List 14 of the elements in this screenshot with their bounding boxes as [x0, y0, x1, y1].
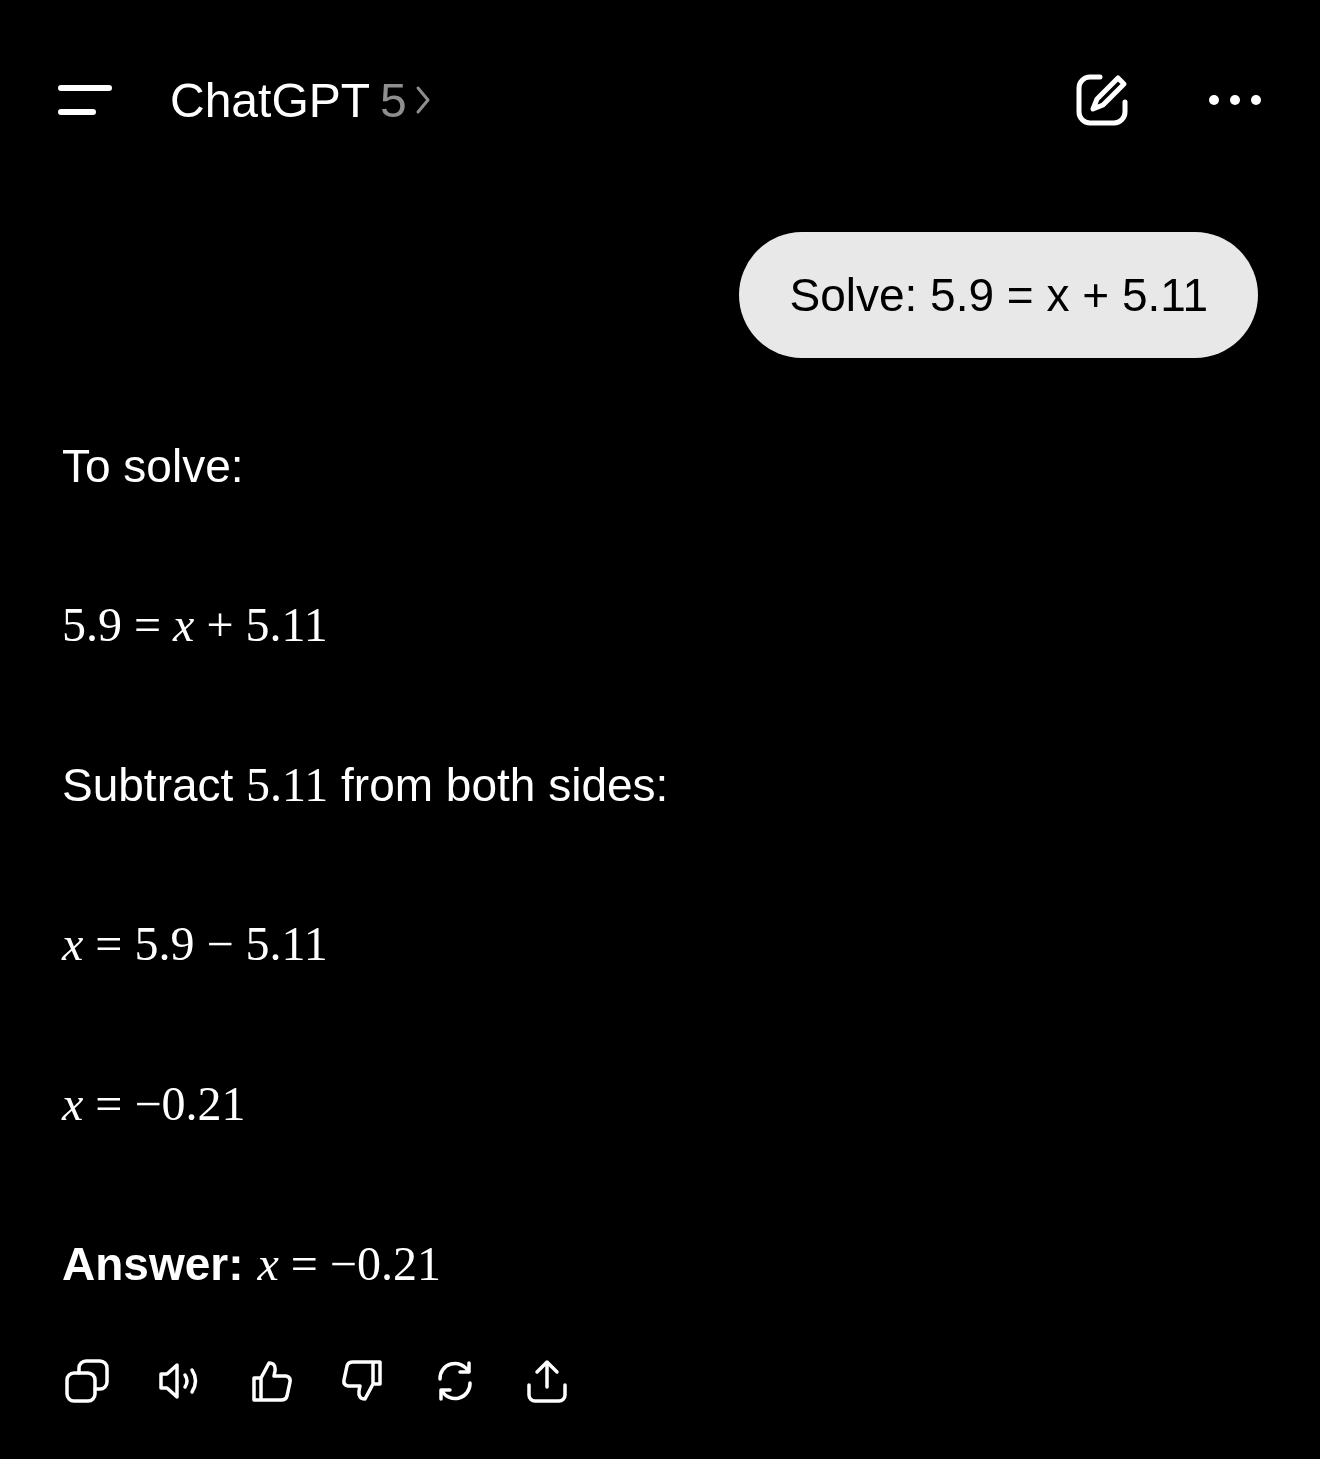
- copy-icon[interactable]: [63, 1357, 111, 1405]
- chevron-icon[interactable]: [414, 85, 431, 115]
- math-equation: x = −0.21: [62, 1076, 247, 1132]
- menu-icon[interactable]: [58, 84, 112, 116]
- app-title[interactable]: ChatGPT: [170, 72, 371, 128]
- user-message: Solve: 5.9 = x + 5.11: [739, 232, 1258, 358]
- new-chat-icon[interactable]: [1074, 72, 1130, 128]
- response-paragraph: Answer: x = −0.21: [62, 1236, 442, 1292]
- math-equation: x = 5.9 − 5.11: [62, 916, 329, 972]
- response-paragraph: Subtract 5.11 from both sides:: [62, 757, 670, 813]
- model-version[interactable]: 5: [380, 72, 407, 128]
- math-equation: 5.9 = x + 5.11: [62, 597, 329, 653]
- response-paragraph: To solve:: [62, 439, 245, 494]
- more-icon[interactable]: [1208, 94, 1262, 106]
